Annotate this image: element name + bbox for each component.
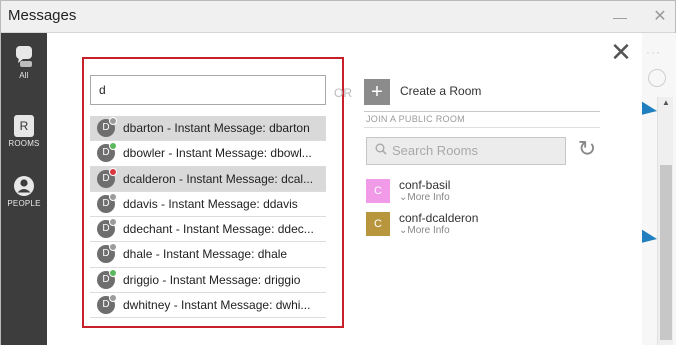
- room-name[interactable]: conf-dcalderon: [399, 211, 478, 225]
- search-result-item[interactable]: Ddbowler - Instant Message: dbowl...: [90, 141, 326, 167]
- room-search-input[interactable]: Search Rooms: [366, 137, 566, 165]
- result-label: dbowler - Instant Message: dbowl...: [123, 146, 312, 161]
- minimize-button[interactable]: —: [609, 7, 631, 27]
- rail-item-people[interactable]: PEOPLE: [1, 175, 47, 208]
- presence-status-icon: [109, 192, 117, 201]
- refresh-icon[interactable]: ↻: [575, 137, 599, 161]
- rail-label-all: All: [19, 71, 29, 80]
- presence-status-icon: [109, 218, 117, 227]
- result-label: driggio - Instant Message: driggio: [123, 272, 301, 287]
- result-label: ddechant - Instant Message: ddec...: [123, 222, 314, 237]
- room-avatar: C: [366, 212, 390, 236]
- result-label: ddavis - Instant Message: ddavis: [123, 196, 298, 211]
- chat-bubbles-icon: [14, 45, 34, 69]
- room-name[interactable]: conf-basil: [399, 178, 450, 192]
- person-icon: [13, 175, 35, 197]
- divider: [364, 127, 600, 128]
- rail-item-all[interactable]: All: [1, 45, 47, 80]
- left-nav-rail: All R ROOMS PEOPLE: [1, 33, 47, 345]
- message-bubble-tail-icon: [641, 101, 657, 115]
- result-label: dbarton - Instant Message: dbarton: [123, 121, 310, 135]
- scroll-thumb[interactable]: [660, 165, 672, 340]
- search-result-item[interactable]: Ddriggio - Instant Message: driggio: [90, 268, 326, 294]
- search-results-list: Ddbarton - Instant Message: dbarton Ddbow…: [90, 116, 326, 319]
- new-conversation-panel: ✕ d Ddbarton - Instant Message: dbarton D…: [47, 33, 642, 345]
- presence-status-icon: [109, 268, 117, 277]
- room-avatar: C: [366, 179, 390, 203]
- rail-label-people: PEOPLE: [7, 199, 41, 208]
- result-label: dwhitney - Instant Message: dwhi...: [123, 298, 311, 313]
- window-close-button[interactable]: ✕: [649, 7, 671, 27]
- create-room-button[interactable]: +: [364, 79, 390, 105]
- search-result-item[interactable]: Dddechant - Instant Message: ddec...: [90, 217, 326, 243]
- close-panel-icon[interactable]: ✕: [609, 39, 633, 65]
- or-separator: OR: [334, 86, 352, 100]
- people-search-input[interactable]: d: [90, 75, 326, 105]
- search-result-item[interactable]: Ddhale - Instant Message: dhale: [90, 242, 326, 268]
- join-public-room-heading: JOIN A PUBLIC ROOM: [366, 114, 465, 124]
- result-label: dhale - Instant Message: dhale: [123, 247, 288, 262]
- room-more-info-link[interactable]: ⌄More Info: [399, 225, 450, 236]
- search-icon: [375, 138, 387, 164]
- presence-status-icon: [109, 117, 117, 125]
- create-room-label[interactable]: Create a Room: [400, 84, 481, 98]
- room-search-placeholder: Search Rooms: [392, 143, 478, 158]
- presence-status-icon: [109, 294, 117, 303]
- divider: [364, 111, 600, 112]
- scrollbar[interactable]: ▲: [657, 97, 673, 345]
- search-result-item[interactable]: Ddcalderon - Instant Message: dcal...: [90, 166, 326, 192]
- presence-status-icon: [109, 142, 117, 151]
- search-result-item[interactable]: Ddbarton - Instant Message: dbarton: [90, 116, 326, 142]
- room-item-conf-basil[interactable]: C conf-basil ⌄More Info: [366, 178, 602, 207]
- rail-item-rooms[interactable]: R ROOMS: [1, 115, 47, 148]
- presence-status-icon: [109, 167, 117, 176]
- search-result-item[interactable]: Dddavis - Instant Message: ddavis: [90, 192, 326, 218]
- presence-status-icon: [109, 243, 117, 252]
- search-result-item[interactable]: Ddwhitney - Instant Message: dwhi...: [90, 293, 326, 319]
- scroll-up-arrow-icon[interactable]: ▲: [659, 97, 673, 109]
- result-label: dcalderon - Instant Message: dcal...: [123, 171, 314, 186]
- messages-window: Messages — ✕ All R ROOMS PEOPLE ··· ▲ ✕ …: [0, 0, 676, 345]
- window-title: Messages: [8, 7, 77, 24]
- rooms-icon: R: [14, 115, 34, 137]
- rail-label-rooms: ROOMS: [8, 139, 40, 148]
- emoji-icon[interactable]: [648, 69, 666, 87]
- message-bubble-tail-icon: [641, 229, 657, 243]
- room-item-conf-dcalderon[interactable]: C conf-dcalderon ⌄More Info: [366, 211, 602, 240]
- more-options-icon[interactable]: ···: [646, 45, 661, 59]
- title-bar: Messages — ✕: [1, 1, 675, 33]
- room-more-info-link[interactable]: ⌄More Info: [399, 192, 450, 203]
